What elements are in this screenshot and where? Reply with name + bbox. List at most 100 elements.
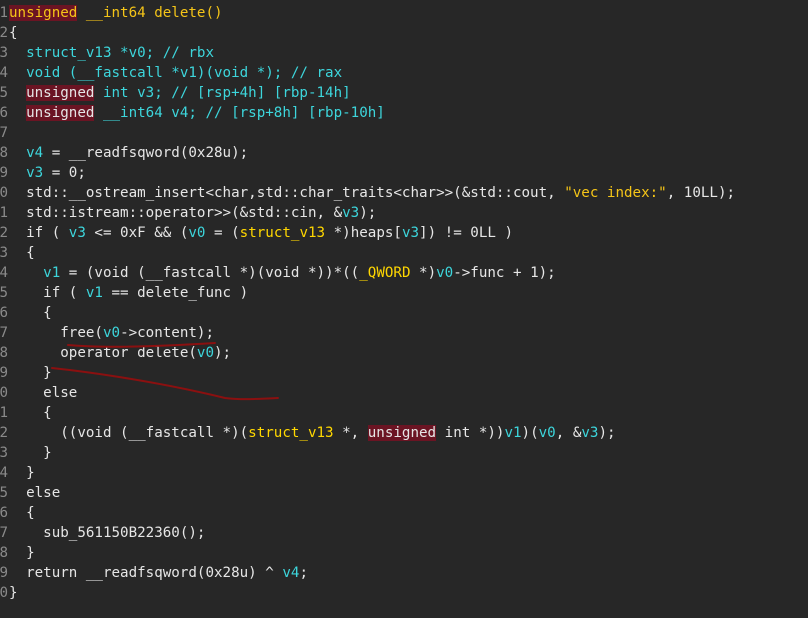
line-number: 3 bbox=[0, 445, 8, 461]
line-number: 9 bbox=[0, 365, 8, 381]
code-token: = ( bbox=[205, 225, 240, 241]
line-number: 9 bbox=[0, 565, 8, 581]
code-token: v0 bbox=[436, 265, 454, 281]
code-token: unsigned bbox=[26, 105, 95, 121]
code-token: unsigned bbox=[26, 85, 95, 101]
code-text: return __readfsqword(0x28u) ^ v4; bbox=[9, 563, 308, 583]
code-token: , 10LL); bbox=[666, 185, 736, 201]
code-text: } bbox=[9, 543, 35, 563]
code-token: ->func + 1); bbox=[453, 265, 556, 281]
code-token: <= 0xF && ( bbox=[85, 225, 189, 241]
code-text: v4 = __readfsqword(0x28u); bbox=[9, 143, 248, 163]
code-token: v4 bbox=[282, 565, 300, 581]
code-token: ); bbox=[214, 345, 232, 361]
code-text: } bbox=[9, 363, 52, 383]
code-text: std::istream::operator>>(&std::cin, &v3)… bbox=[9, 203, 376, 223]
code-token: ->content); bbox=[120, 325, 215, 341]
code-text: free(v0->content); bbox=[9, 323, 214, 343]
code-token: } bbox=[9, 465, 35, 481]
code-text: v3 = 0; bbox=[9, 163, 86, 183]
code-token: else bbox=[9, 485, 61, 501]
line-number: 1 bbox=[0, 5, 8, 21]
line-number: 5 bbox=[0, 85, 8, 101]
line-number: 0 bbox=[0, 185, 8, 201]
code-token: struct_v13 bbox=[248, 425, 334, 441]
line-number: 2 bbox=[0, 25, 8, 41]
code-text: unsigned __int64 delete() bbox=[9, 3, 223, 23]
code-text: } bbox=[9, 463, 35, 483]
line-number: 2 bbox=[0, 225, 8, 241]
line-number: 8 bbox=[0, 345, 8, 361]
code-token: )( bbox=[521, 425, 539, 441]
code-token: } bbox=[9, 365, 52, 381]
code-text: } bbox=[9, 443, 52, 463]
line-number: 3 bbox=[0, 45, 8, 61]
code-token: v3 bbox=[342, 205, 360, 221]
code-token: v4 bbox=[9, 145, 44, 161]
code-token: return __readfsqword(0x28u) ^ bbox=[9, 565, 283, 581]
line-number: 5 bbox=[0, 485, 8, 501]
code-text: { bbox=[9, 303, 52, 323]
code-token: } bbox=[9, 545, 35, 561]
code-token: == delete_func ) bbox=[102, 285, 249, 301]
line-number: 9 bbox=[0, 165, 8, 181]
code-token: *, bbox=[333, 425, 368, 441]
line-number: 6 bbox=[0, 505, 8, 521]
code-text: sub_561150B22360(); bbox=[9, 523, 205, 543]
code-text: { bbox=[9, 243, 35, 263]
code-token: } bbox=[9, 585, 18, 601]
code-token: _QWORD bbox=[359, 265, 411, 281]
code-token: ); bbox=[359, 205, 377, 221]
code-token: = __readfsqword(0x28u); bbox=[43, 145, 249, 161]
code-text: } bbox=[9, 583, 18, 603]
code-token: struct_v13 bbox=[239, 225, 326, 241]
code-token: ((void (__fastcall *)( bbox=[9, 425, 249, 441]
code-token: int *)) bbox=[436, 425, 505, 441]
line-number: 2 bbox=[0, 425, 8, 441]
code-token: { bbox=[9, 505, 35, 521]
line-number: 1 bbox=[0, 405, 8, 421]
code-token: ]) != 0LL ) bbox=[419, 225, 514, 241]
code-token: *)heaps[ bbox=[325, 225, 402, 241]
line-number: 7 bbox=[0, 125, 8, 141]
code-token: = 0; bbox=[43, 165, 86, 181]
code-token: , & bbox=[555, 425, 582, 441]
code-token: = (void (__fastcall *)(void *))*(( bbox=[60, 265, 360, 281]
code-token: v1 bbox=[85, 285, 103, 301]
line-number: 4 bbox=[0, 265, 8, 281]
code-text: ((void (__fastcall *)(struct_v13 *, unsi… bbox=[9, 423, 616, 443]
code-token: else bbox=[9, 385, 78, 401]
pseudocode-editor[interactable]: 1 unsigned __int64 delete() 2{3 struct_v13… bbox=[0, 0, 808, 618]
code-text: struct_v13 *v0; // rbx bbox=[9, 43, 214, 63]
code-token: operator delete( bbox=[9, 345, 197, 361]
code-token: v0 bbox=[538, 425, 556, 441]
code-text: { bbox=[9, 403, 52, 423]
code-token: *) bbox=[410, 265, 437, 281]
code-token: struct_v13 *v0; // rbx bbox=[9, 45, 214, 61]
line-number: 4 bbox=[0, 65, 8, 81]
code-text: unsigned int v3; // [rsp+4h] [rbp-14h] bbox=[9, 83, 351, 103]
code-token: "vec index:" bbox=[564, 185, 667, 201]
line-number: 4 bbox=[0, 465, 8, 481]
code-token: sub_561150B22360(); bbox=[9, 525, 206, 541]
code-token: std::istream::operator>>(&std::cin, & bbox=[9, 205, 343, 221]
code-token: v1 bbox=[43, 265, 61, 281]
line-number: 7 bbox=[0, 525, 8, 541]
code-token: v3 bbox=[68, 225, 86, 241]
code-token: ; bbox=[299, 565, 308, 581]
code-text: v1 = (void (__fastcall *)(void *))*((_QW… bbox=[9, 263, 556, 283]
line-number: 7 bbox=[0, 325, 8, 341]
line-number: 8 bbox=[0, 145, 8, 161]
line-number: 6 bbox=[0, 105, 8, 121]
line-number: 6 bbox=[0, 305, 8, 321]
code-text: else bbox=[9, 483, 60, 503]
code-token: __int64 v4; // [rsp+8h] [rbp-10h] bbox=[94, 105, 385, 121]
code-text: { bbox=[9, 23, 18, 43]
line-number: 0 bbox=[0, 385, 8, 401]
code-token: v3 bbox=[581, 425, 599, 441]
code-token: std::__ostream_insert<char,std::char_tra… bbox=[9, 185, 565, 201]
code-token: v0 bbox=[102, 325, 121, 341]
code-text: if ( v1 == delete_func ) bbox=[9, 283, 248, 303]
code-token: ); bbox=[598, 425, 616, 441]
